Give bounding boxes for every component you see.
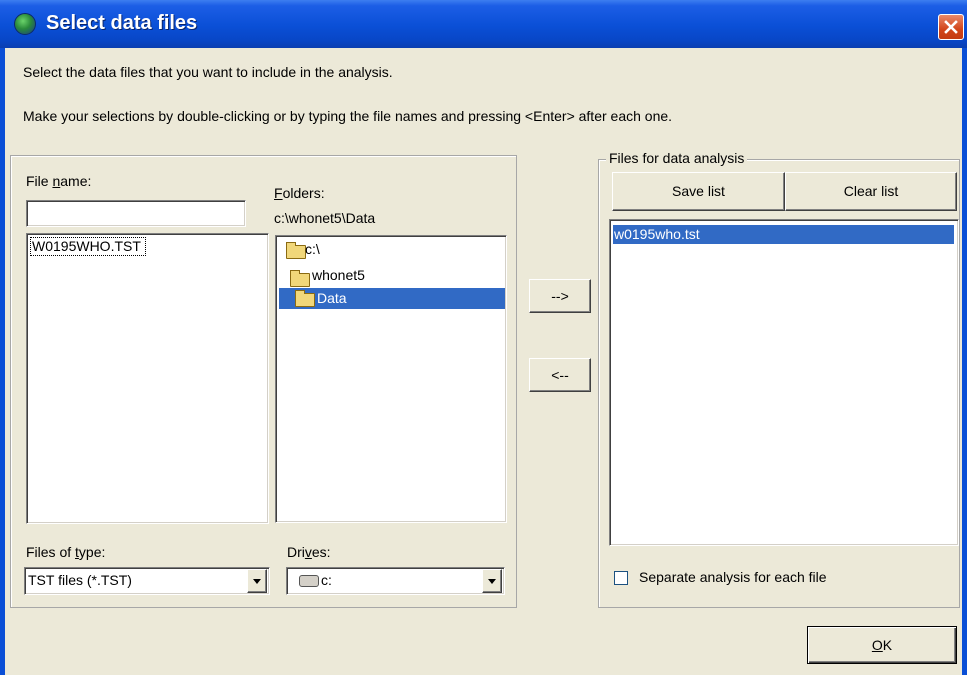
selected-files-list[interactable]: w0195who.tst — [609, 219, 959, 546]
close-button[interactable] — [938, 14, 964, 40]
drives-label: Drives: — [287, 544, 331, 560]
file-name-input[interactable] — [26, 200, 246, 227]
window-border-right — [962, 48, 967, 675]
open-folder-icon — [290, 270, 310, 287]
ok-button[interactable]: OK — [807, 626, 957, 664]
drives-select[interactable]: c: — [286, 567, 505, 595]
files-of-type-label: Files of type: — [26, 544, 106, 560]
separate-analysis-checkbox[interactable] — [614, 571, 628, 585]
selected-file-item[interactable]: w0195who.tst — [613, 225, 954, 244]
instruction-line-2: Make your selections by double-clicking … — [23, 108, 673, 124]
window-title: Select data files — [46, 12, 198, 34]
folder-item-label: whonet5 — [312, 267, 365, 283]
open-folder-icon — [295, 290, 315, 307]
folders-label: Folders: — [274, 185, 325, 201]
chevron-down-icon[interactable] — [247, 569, 267, 593]
clear-list-button[interactable]: Clear list — [785, 172, 957, 211]
chevron-down-icon[interactable] — [482, 569, 502, 593]
save-list-button[interactable]: Save list — [612, 172, 785, 211]
files-for-analysis-title: Files for data analysis — [606, 150, 748, 166]
file-list-item[interactable]: W0195WHO.TST — [30, 237, 146, 256]
close-icon — [944, 20, 958, 34]
hard-drive-icon — [299, 575, 319, 587]
drives-value: c: — [321, 572, 332, 588]
folder-item-label: c:\ — [305, 241, 320, 257]
separate-analysis-label: Separate analysis for each file — [639, 569, 827, 585]
files-of-type-value: TST files (*.TST) — [28, 572, 132, 588]
add-file-button[interactable]: --> — [529, 279, 591, 313]
window-border-left — [0, 48, 5, 675]
folder-item-label: Data — [317, 290, 347, 306]
whonet-globe-icon — [14, 13, 36, 35]
remove-file-button[interactable]: <-- — [529, 358, 591, 392]
open-folder-icon — [286, 242, 306, 259]
folder-item-data[interactable]: Data — [279, 288, 505, 309]
file-name-label: File name: — [26, 173, 92, 189]
folder-tree[interactable]: c:\ whonet5 Data — [275, 235, 507, 523]
file-list[interactable]: W0195WHO.TST — [26, 233, 269, 524]
instruction-line-1: Select the data files that you want to i… — [23, 64, 393, 80]
folder-item-whonet5[interactable]: whonet5 — [279, 267, 503, 287]
files-of-type-select[interactable]: TST files (*.TST) — [24, 567, 270, 595]
folder-item-root[interactable]: c:\ — [279, 240, 503, 259]
current-path: c:\whonet5\Data — [274, 210, 376, 226]
